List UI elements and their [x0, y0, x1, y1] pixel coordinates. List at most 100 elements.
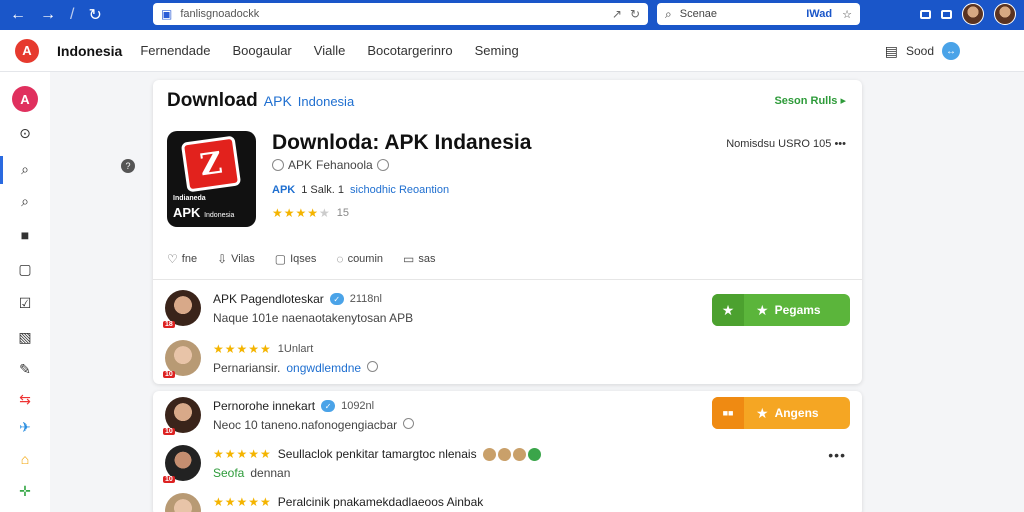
left-sidebar: A ⊙ ⌕ ⌕ ■ ▢ ☑ ▧ ✎ ⇆ ✈ ⌂ ✛ [0, 72, 50, 512]
app-subtitle-apk: APK [288, 158, 313, 172]
app-meta: APK 1 Salk. 1 sichodhic Reoantion [272, 184, 449, 196]
sidebar-edit-icon[interactable]: ✎ [12, 356, 38, 382]
divider-icon: / [70, 6, 75, 23]
verified-icon: ✓ [329, 293, 344, 305]
app-icon-small-text: Indonesia [204, 212, 235, 219]
browser-right-controls [920, 3, 1016, 25]
reaction-icon[interactable] [497, 447, 511, 461]
app-logo-icon: Z [180, 135, 242, 193]
reviewer-name[interactable]: Pernorohe innekart [213, 399, 315, 413]
bookmark-icon[interactable]: ☆ [842, 8, 852, 21]
tab-download-label: Vilas [231, 253, 255, 265]
more-icon[interactable]: ••• [828, 447, 846, 463]
sidebar-page-icon[interactable]: ▢ [12, 256, 38, 282]
search-icon: ⌕ [665, 6, 672, 21]
browser-toolbar: ← → / ↻ ▣ fanlisgnoadockk ↗ ↻ ⌕ Scenae I… [0, 0, 1024, 30]
reviewer-badge: 18 [163, 321, 175, 328]
refresh-icon[interactable]: ↻ [630, 7, 640, 21]
site-logo-icon[interactable]: A [15, 38, 39, 63]
app-icon-caption: Indianeda [173, 195, 206, 202]
tab-issues[interactable]: ▢ Iqses [275, 252, 317, 266]
tab-comment-label: coumin [347, 253, 384, 265]
reviewer-badge: 10 [163, 371, 175, 378]
seen-rules-link[interactable]: Seson Rulls ▸ [774, 94, 846, 107]
get-green-button[interactable]: ★ ★ Pegams [712, 294, 850, 326]
forward-arrow-icon[interactable]: → [40, 6, 56, 24]
tab-comment[interactable]: ◌ coumin [336, 252, 383, 266]
review-link[interactable]: ongwdlemdne [286, 361, 361, 375]
reaction-icon[interactable] [482, 447, 496, 461]
address-bar[interactable]: ▣ fanlisgnoadockk ↗ ↻ [153, 3, 648, 25]
review-text: Neoc 10 taneno.nafonogengiacbar [213, 418, 415, 432]
sidebar-folder-icon[interactable]: ■ [12, 222, 38, 248]
sidebar-search-active-icon[interactable]: ⌕ [12, 156, 38, 182]
menu-item-3[interactable]: Vialle [314, 43, 346, 58]
back-arrow-icon[interactable]: ← [10, 6, 26, 24]
info-ring-icon[interactable]: o [376, 159, 389, 171]
app-meta-apk: APK [272, 184, 296, 196]
reaction-icon[interactable] [512, 447, 526, 461]
tab-share[interactable]: ▭ sas [403, 252, 435, 266]
profile-avatar[interactable] [962, 3, 984, 25]
site-brand[interactable]: Indonesia [57, 43, 122, 59]
reviewer-avatar[interactable]: 10 [163, 445, 201, 483]
reviewer-avatar[interactable]: 18 [163, 290, 201, 328]
review-count: 1092nl [341, 400, 375, 412]
reviewer-avatar[interactable]: 10 [163, 397, 201, 435]
reviewer-avatar[interactable]: 10 [163, 340, 201, 378]
sidebar-tag-icon[interactable]: ⇆ [12, 386, 38, 412]
reviews-card: 10 Pernorohe innekart ✓ 1092nl Neoc 10 t… [153, 391, 862, 512]
get-orange-button[interactable]: ■■ ★ Angens [712, 397, 850, 429]
sidebar-home-icon[interactable]: ⌂ [12, 446, 38, 472]
chat-icon: ◌ [336, 252, 344, 266]
share-icon[interactable]: ↗ [612, 7, 622, 21]
more-icon[interactable]: ••• [834, 138, 846, 150]
menu-item-4[interactable]: Bocotargerinro [367, 43, 452, 58]
page-title: Download [167, 90, 258, 111]
reviewer-avatar[interactable]: 10 [165, 493, 201, 512]
tab-download[interactable]: ⇩ Vilas [217, 252, 255, 266]
notification-icon[interactable]: ↔ [942, 42, 960, 60]
site-header: A Indonesia Fernendade Boogaular Vialle … [0, 30, 1024, 72]
menu-item-5[interactable]: Seming [475, 43, 519, 58]
menu-item-2[interactable]: Boogaular [232, 43, 291, 58]
page-title-apk: APK [263, 93, 292, 109]
app-icon[interactable]: Z Indianeda APK Indonesia [167, 131, 256, 227]
reaction-icon[interactable] [527, 447, 541, 461]
app-rating: ★★★★★ 15 [272, 206, 349, 220]
tab-like[interactable]: ♡ fne [167, 252, 197, 266]
menu-item-1[interactable]: Fernendade [140, 43, 210, 58]
tab-like-label: fne [181, 253, 198, 265]
window-icon[interactable] [920, 9, 931, 19]
browser-search-box[interactable]: ⌕ Scenae IWad ☆ [657, 3, 860, 25]
info-ring-icon[interactable] [367, 361, 379, 372]
sidebar-image-icon[interactable]: ▧ [12, 324, 38, 350]
sidebar-search-icon[interactable]: ⌕ [12, 188, 38, 214]
reviewer-name[interactable]: APK Pagendloteskar [213, 292, 324, 306]
app-title: Downloda: APK Indanesia [272, 131, 532, 154]
sidebar-up-icon[interactable]: ⊙ [12, 120, 38, 146]
sidebar-plane-icon[interactable]: ✈ [12, 414, 38, 440]
review-link[interactable]: Seofa [213, 466, 244, 480]
chart-icon[interactable]: ▤ [885, 43, 898, 60]
review-count: 1Unlart [277, 343, 314, 355]
page-title-region: Indonesia [297, 94, 355, 109]
account-avatar[interactable] [994, 3, 1016, 25]
sidebar-logo-icon[interactable]: A [12, 86, 38, 112]
sidebar-move-icon[interactable]: ✛ [12, 478, 38, 504]
tabs-icon[interactable] [941, 9, 952, 19]
app-subtitle-name[interactable]: Fehanoola [316, 158, 373, 172]
seen-rules-label: Seson Rulls [774, 95, 838, 107]
help-icon[interactable]: ? [121, 159, 135, 173]
rating-stars-icon: ★★★★★ [213, 495, 272, 509]
heart-icon: ♡ [167, 252, 178, 266]
info-ring-icon[interactable] [403, 418, 415, 429]
header-right-label[interactable]: Sood [906, 44, 934, 58]
review-text-body: Neoc 10 taneno.nafonogengiacbar [213, 418, 398, 432]
star-icon: ★ [756, 404, 769, 421]
reload-icon[interactable]: ↻ [88, 5, 101, 25]
review-text: Pernariansir. ongwdlemdne [213, 361, 379, 375]
sidebar-check-icon[interactable]: ☑ [12, 290, 38, 316]
app-meta-link[interactable]: sichodhic Reoantion [350, 184, 449, 196]
card-divider [153, 279, 862, 280]
